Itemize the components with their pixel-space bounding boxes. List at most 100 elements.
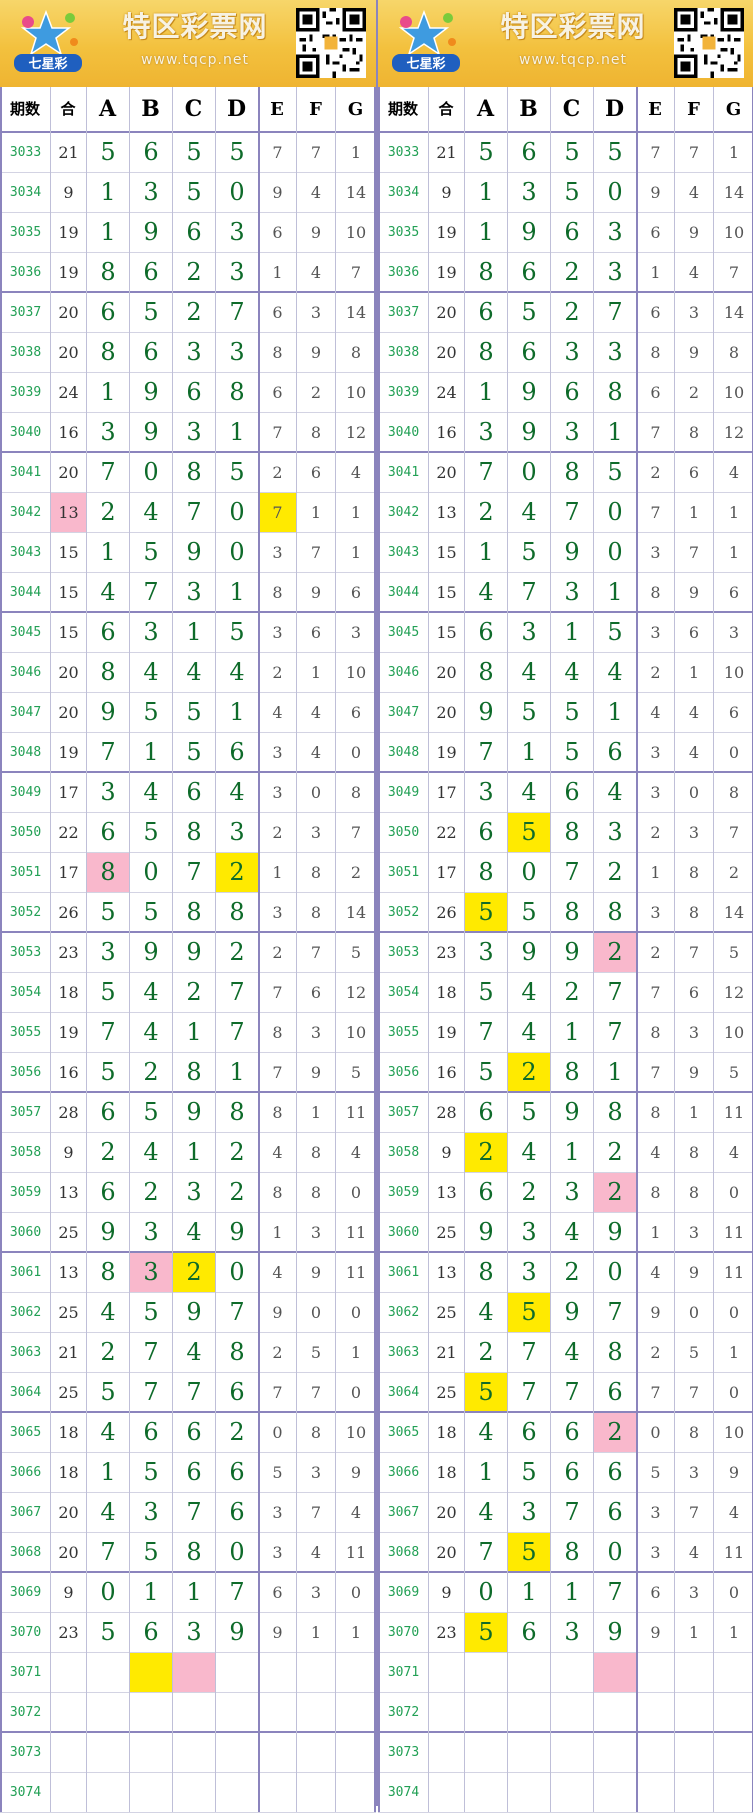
digit-cell-d: 7 [607,1018,623,1046]
row-divider [378,492,753,493]
digit-cell-g: 1 [350,503,362,522]
digit-cell-d: 3 [607,818,623,846]
digit-cell-b: 0 [143,858,159,886]
digit-cell-e: 8 [650,1183,661,1202]
digit-cell-e: 7 [650,423,661,442]
digit-cell-c: 4 [186,658,202,686]
sum-cell: 18 [58,1423,79,1442]
digit-cell-e: 3 [272,623,283,642]
digit-cell-g: 1 [728,503,740,522]
column-divider [258,87,260,1812]
digit-cell-d: 3 [607,258,623,286]
digit-cell-d: 1 [229,1058,245,1086]
digit-cell-c: 6 [564,1418,580,1446]
period-cell: 3040 [387,425,420,440]
digit-cell-a: 7 [478,1538,494,1566]
digit-cell-g: 10 [345,1423,367,1442]
digit-cell-f: 9 [688,1063,700,1082]
digit-cell-e: 2 [272,1343,283,1362]
row-divider [0,812,376,813]
digit-cell-g: 0 [728,1183,740,1202]
digit-cell-f: 6 [688,623,700,642]
digit-cell-e: 3 [650,1543,661,1562]
sum-cell: 20 [58,303,79,322]
row-divider [378,291,753,293]
row-divider [378,652,753,653]
digit-cell-d [594,1773,636,1812]
sum-cell: 13 [51,493,86,532]
digit-cell-c: 3 [186,578,202,606]
sum-cell [429,1653,464,1692]
row-divider [378,1091,753,1093]
row-divider [0,892,376,893]
row-divider [0,611,376,613]
digit-cell-g: 1 [728,1343,740,1362]
digit-cell-f: 3 [688,303,700,322]
digit-cell-d: 0 [607,538,623,566]
digit-cell-f: 4 [688,263,700,282]
digit-cell-c: 3 [564,578,580,606]
row-divider [0,492,376,493]
column-header: G [347,99,364,120]
column-divider [713,87,714,1812]
digit-cell-a: 5 [465,893,507,932]
digit-cell-b: 3 [521,1218,537,1246]
digit-cell-f [297,1693,335,1732]
digit-cell-a: 8 [478,338,494,366]
digit-cell-c: 6 [186,778,202,806]
digit-cell-a: 1 [100,178,116,206]
digit-cell-c: 1 [186,1578,202,1606]
digit-cell-e: 8 [650,1023,661,1042]
digit-cell-g: 6 [728,703,740,722]
digit-cell-a: 5 [465,1613,507,1652]
digit-cell-g: 8 [728,343,740,362]
digit-cell-b: 9 [143,418,159,446]
row-divider [378,1411,753,1413]
column-divider [129,87,130,1812]
row-divider [378,372,753,373]
digit-cell-b: 3 [521,1258,537,1286]
row-divider [0,532,376,533]
digit-cell-g [336,1693,376,1732]
digit-cell-d: 4 [607,778,623,806]
period-cell: 3064 [9,1385,42,1400]
digit-cell-c: 9 [186,538,202,566]
digit-cell-a: 8 [100,258,116,286]
digit-cell-c: 7 [186,1498,202,1526]
digit-cell-e: 8 [272,1183,283,1202]
row-divider [0,1132,376,1133]
digit-cell-a [465,1773,507,1812]
digit-cell-a: 3 [478,938,494,966]
digit-cell-f: 7 [688,143,700,162]
period-cell: 3039 [387,385,420,400]
sum-cell: 19 [436,263,457,282]
digit-cell-f: 8 [310,863,322,882]
sum-cell: 25 [58,1303,79,1322]
digit-cell-d: 1 [229,698,245,726]
digit-cell-c: 2 [564,1258,580,1286]
row-divider [378,771,753,773]
digit-cell-g: 14 [723,903,745,922]
row-divider [378,332,753,333]
digit-cell-b: 9 [521,938,537,966]
period-cell: 3068 [9,1545,42,1560]
digit-cell-a: 1 [100,1458,116,1486]
digit-cell-d: 5 [229,618,245,646]
digit-cell-g: 10 [345,663,367,682]
digit-cell-g: 7 [350,263,362,282]
period-cell: 3048 [387,745,420,760]
digit-cell-e [637,1773,674,1812]
period-cell: 3034 [9,185,42,200]
digit-cell-c: 5 [564,138,580,166]
digit-cell-d: 0 [229,178,245,206]
digit-cell-b: 4 [521,778,537,806]
digit-cell-e: 6 [650,223,661,242]
digit-cell-c [173,1653,215,1692]
digit-cell-g: 6 [728,583,740,602]
row-divider [378,1332,753,1333]
digit-cell-g: 14 [345,303,367,322]
digit-cell-a: 7 [100,1018,116,1046]
digit-cell-b: 9 [521,378,537,406]
digit-cell-c: 7 [186,858,202,886]
digit-cell-d: 2 [229,938,245,966]
